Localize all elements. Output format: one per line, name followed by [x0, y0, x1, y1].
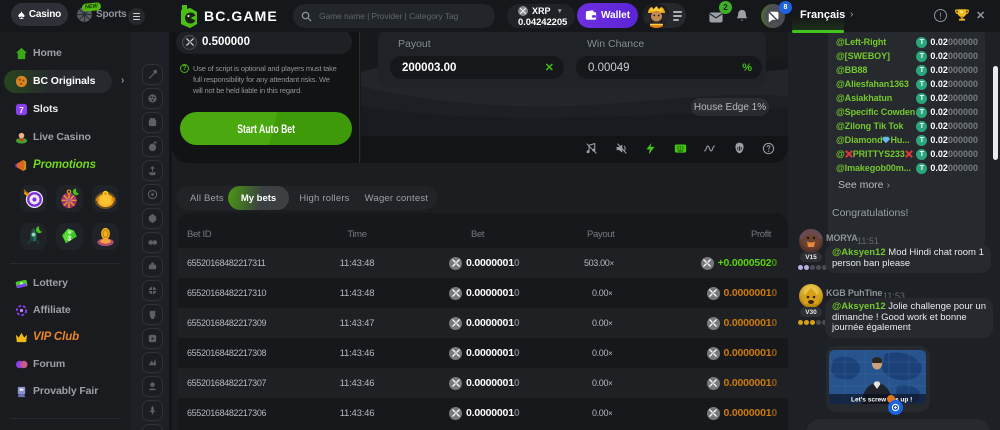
svg-text:Let's screw: Let's screw: [851, 397, 887, 404]
svg-text:7: 7: [19, 104, 24, 114]
